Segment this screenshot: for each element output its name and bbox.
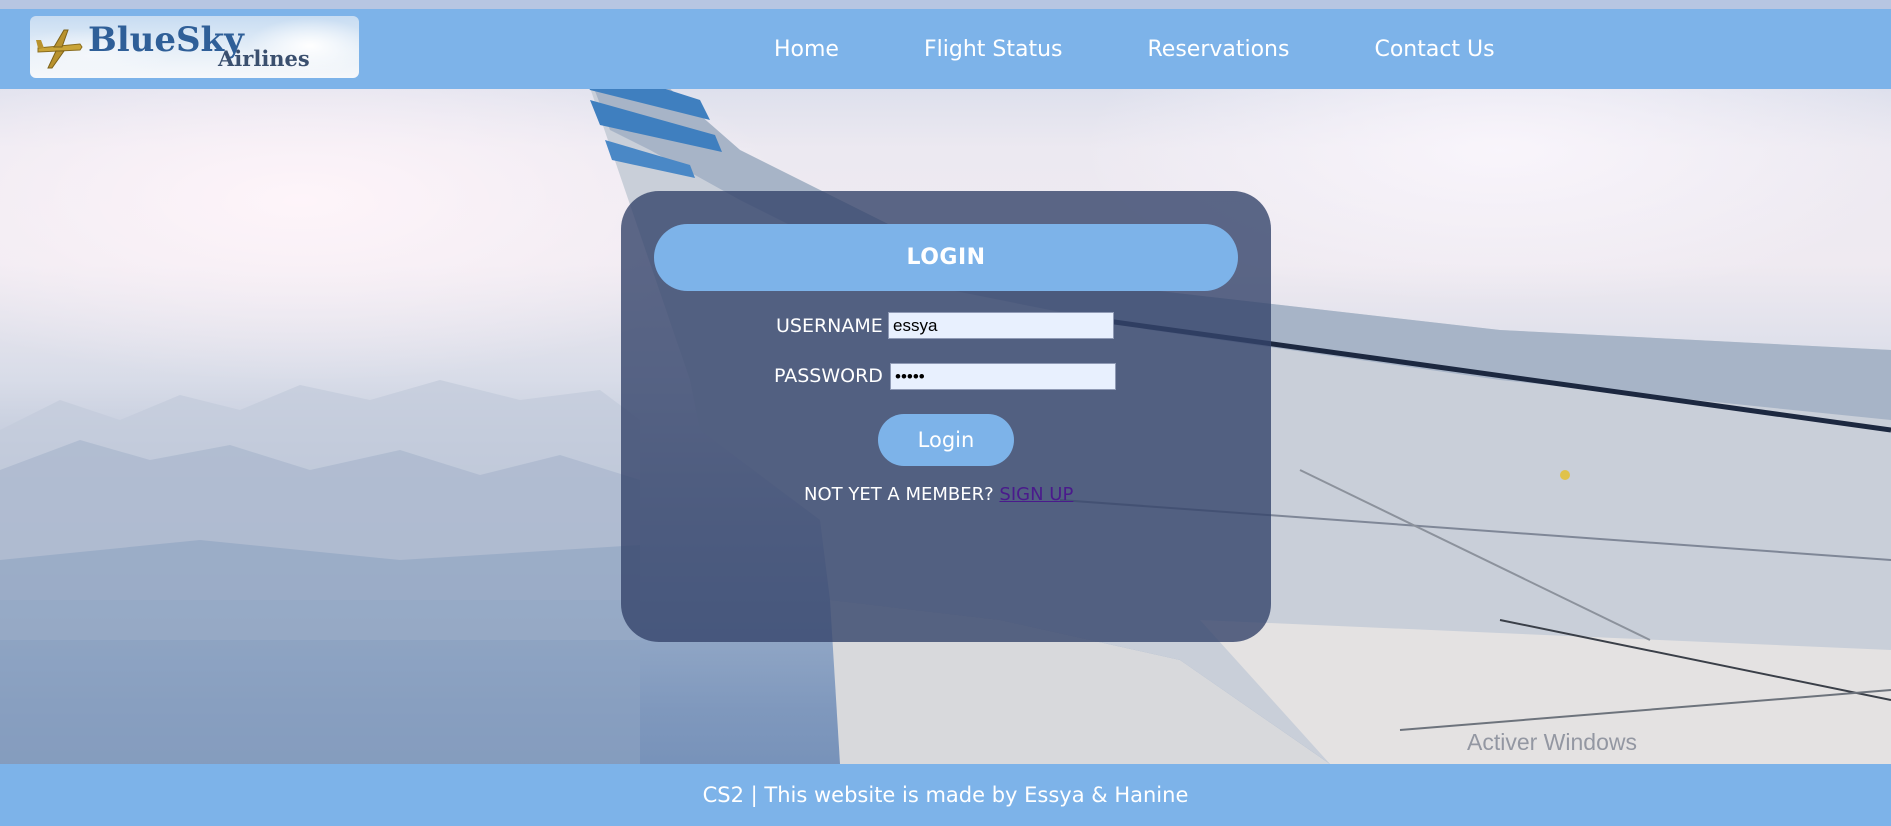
nav-home[interactable]: Home (774, 37, 839, 62)
password-input[interactable] (890, 363, 1116, 390)
signup-prompt: NOT YET A MEMBER? SIGN UP (804, 484, 1073, 505)
site-footer: CS2 | This website is made by Essya & Ha… (0, 764, 1891, 826)
login-card: LOGIN USERNAME PASSWORD Login NOT YET A … (621, 191, 1271, 642)
login-title: LOGIN (654, 224, 1238, 291)
brand-subtitle: Airlines (218, 46, 310, 71)
top-strip (0, 0, 1891, 9)
nav-flight-status[interactable]: Flight Status (924, 37, 1063, 62)
nav-reservations[interactable]: Reservations (1147, 37, 1289, 62)
nav-contact-us[interactable]: Contact Us (1374, 37, 1494, 62)
password-label: PASSWORD (774, 365, 883, 387)
site-header: BlueSky Airlines Home Flight Status Rese… (0, 9, 1891, 89)
main-nav: Home Flight Status Reservations Contact … (774, 9, 1580, 89)
footer-text: CS2 | This website is made by Essya & Ha… (702, 783, 1189, 807)
member-prompt-text: NOT YET A MEMBER? (804, 484, 994, 505)
signup-link[interactable]: SIGN UP (999, 484, 1073, 505)
windows-activation-watermark: Activer Windows (1467, 729, 1637, 755)
airplane-icon (36, 29, 83, 69)
brand-logo[interactable]: BlueSky Airlines (30, 16, 359, 78)
username-label: USERNAME (776, 315, 883, 337)
username-input[interactable] (888, 312, 1114, 339)
login-button[interactable]: Login (878, 414, 1014, 466)
